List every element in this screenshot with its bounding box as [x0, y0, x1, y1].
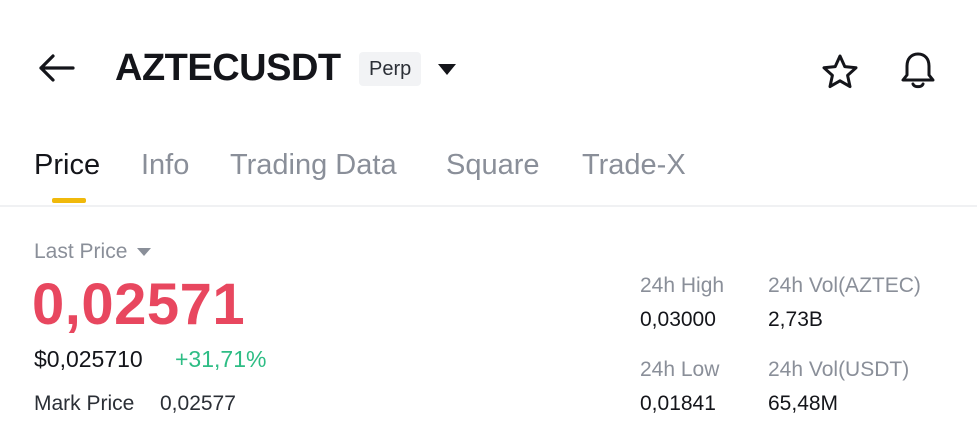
vol-base-24h-value: 2,73B — [768, 308, 823, 331]
high-24h-value: 0,03000 — [640, 308, 716, 331]
contract-type-badge: Perp — [359, 52, 422, 86]
high-24h-label: 24h High — [640, 274, 725, 297]
usd-price-value: $0,025710 — [34, 346, 143, 372]
tab-bar: Price Info Trading Data Square Trade-X — [0, 135, 977, 207]
caret-down-icon — [137, 248, 152, 256]
last-price-selector[interactable]: Last Price — [34, 238, 152, 266]
mark-price-value: 0,02577 — [160, 392, 236, 415]
arrow-left-icon — [39, 54, 75, 82]
caret-down-icon — [438, 64, 456, 75]
vol-quote-24h-value: 65,48M — [768, 392, 839, 415]
mark-price-label: Mark Price — [34, 392, 135, 415]
favorite-button[interactable] — [818, 50, 862, 94]
symbol-title[interactable]: AZTECUSDT — [115, 44, 341, 92]
symbol-dropdown-button[interactable] — [432, 56, 462, 82]
vol-base-24h-label: 24h Vol(AZTEC) — [768, 274, 921, 297]
bell-icon — [901, 52, 935, 89]
star-icon — [822, 54, 858, 89]
vol-quote-24h-label: 24h Vol(USDT) — [768, 358, 910, 381]
tab-square[interactable]: Square — [446, 145, 540, 185]
tab-price[interactable]: Price — [34, 145, 100, 185]
tab-trade-x[interactable]: Trade-X — [582, 145, 686, 185]
last-price-label: Last Price — [34, 240, 128, 263]
active-tab-indicator — [52, 198, 86, 203]
price-change-percent: +31,71% — [175, 346, 267, 372]
low-24h-value: 0,01841 — [640, 392, 716, 415]
tab-info[interactable]: Info — [141, 145, 189, 185]
back-button[interactable] — [34, 48, 78, 88]
top-bar: AZTECUSDT Perp — [0, 0, 977, 135]
tab-trading-data[interactable]: Trading Data — [230, 145, 397, 185]
last-price-value: 0,02571 — [32, 272, 246, 337]
price-alert-button[interactable] — [896, 48, 940, 92]
low-24h-label: 24h Low — [640, 358, 720, 381]
